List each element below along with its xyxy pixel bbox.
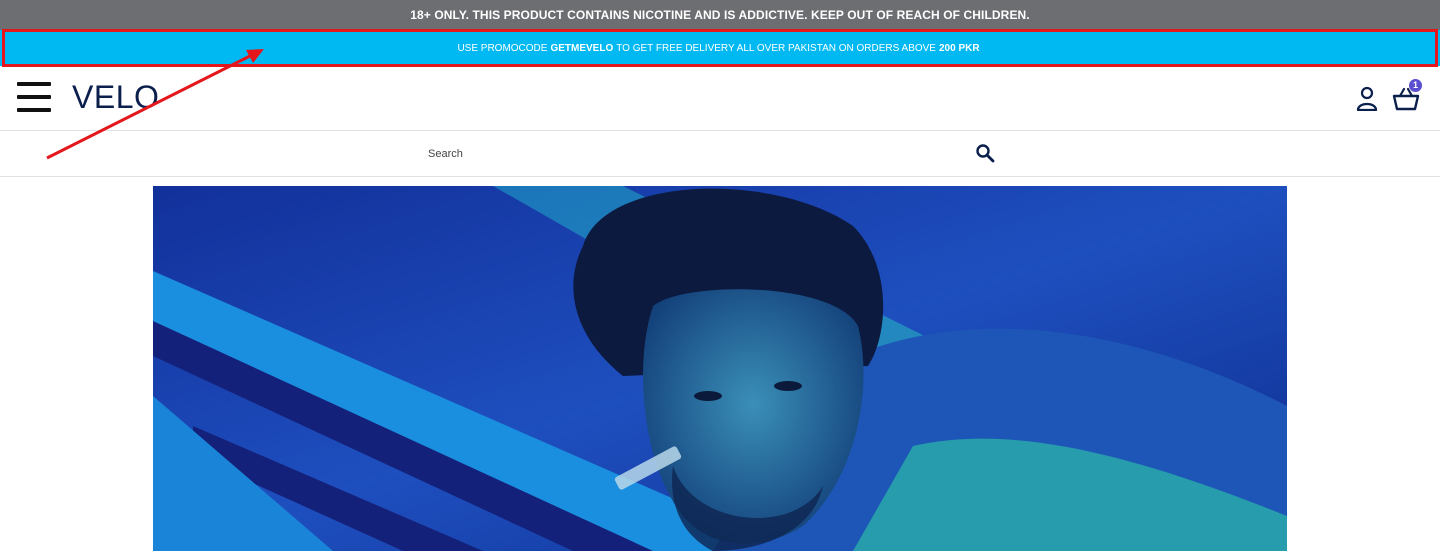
promo-middle: TO GET FREE DELIVERY ALL OVER PAKISTAN O… — [616, 42, 936, 54]
search-icon[interactable] — [975, 143, 995, 163]
promo-banner: USE PROMOCODE GETMEVELO TO GET FREE DELI… — [0, 30, 1440, 66]
hero-banner-image — [153, 186, 1287, 551]
search-input[interactable] — [428, 141, 958, 167]
promo-amount: 200 PKR — [938, 42, 980, 54]
menu-icon[interactable] — [17, 82, 51, 112]
age-warning-bar: 18+ ONLY. THIS PRODUCT CONTAINS NICOTINE… — [0, 0, 1440, 30]
promo-prefix: USE PROMOCODE — [457, 42, 548, 54]
site-header: VELO 1 — [0, 67, 1440, 131]
promo-code: GETMEVELO — [550, 42, 614, 54]
cart-count-badge: 1 — [1409, 79, 1422, 92]
hero-photo — [153, 186, 1287, 551]
velo-logo[interactable]: VELO — [72, 79, 159, 115]
age-warning-text: 18+ ONLY. THIS PRODUCT CONTAINS NICOTINE… — [410, 8, 1030, 22]
search-bar — [0, 131, 1440, 177]
user-icon[interactable] — [1355, 85, 1379, 111]
